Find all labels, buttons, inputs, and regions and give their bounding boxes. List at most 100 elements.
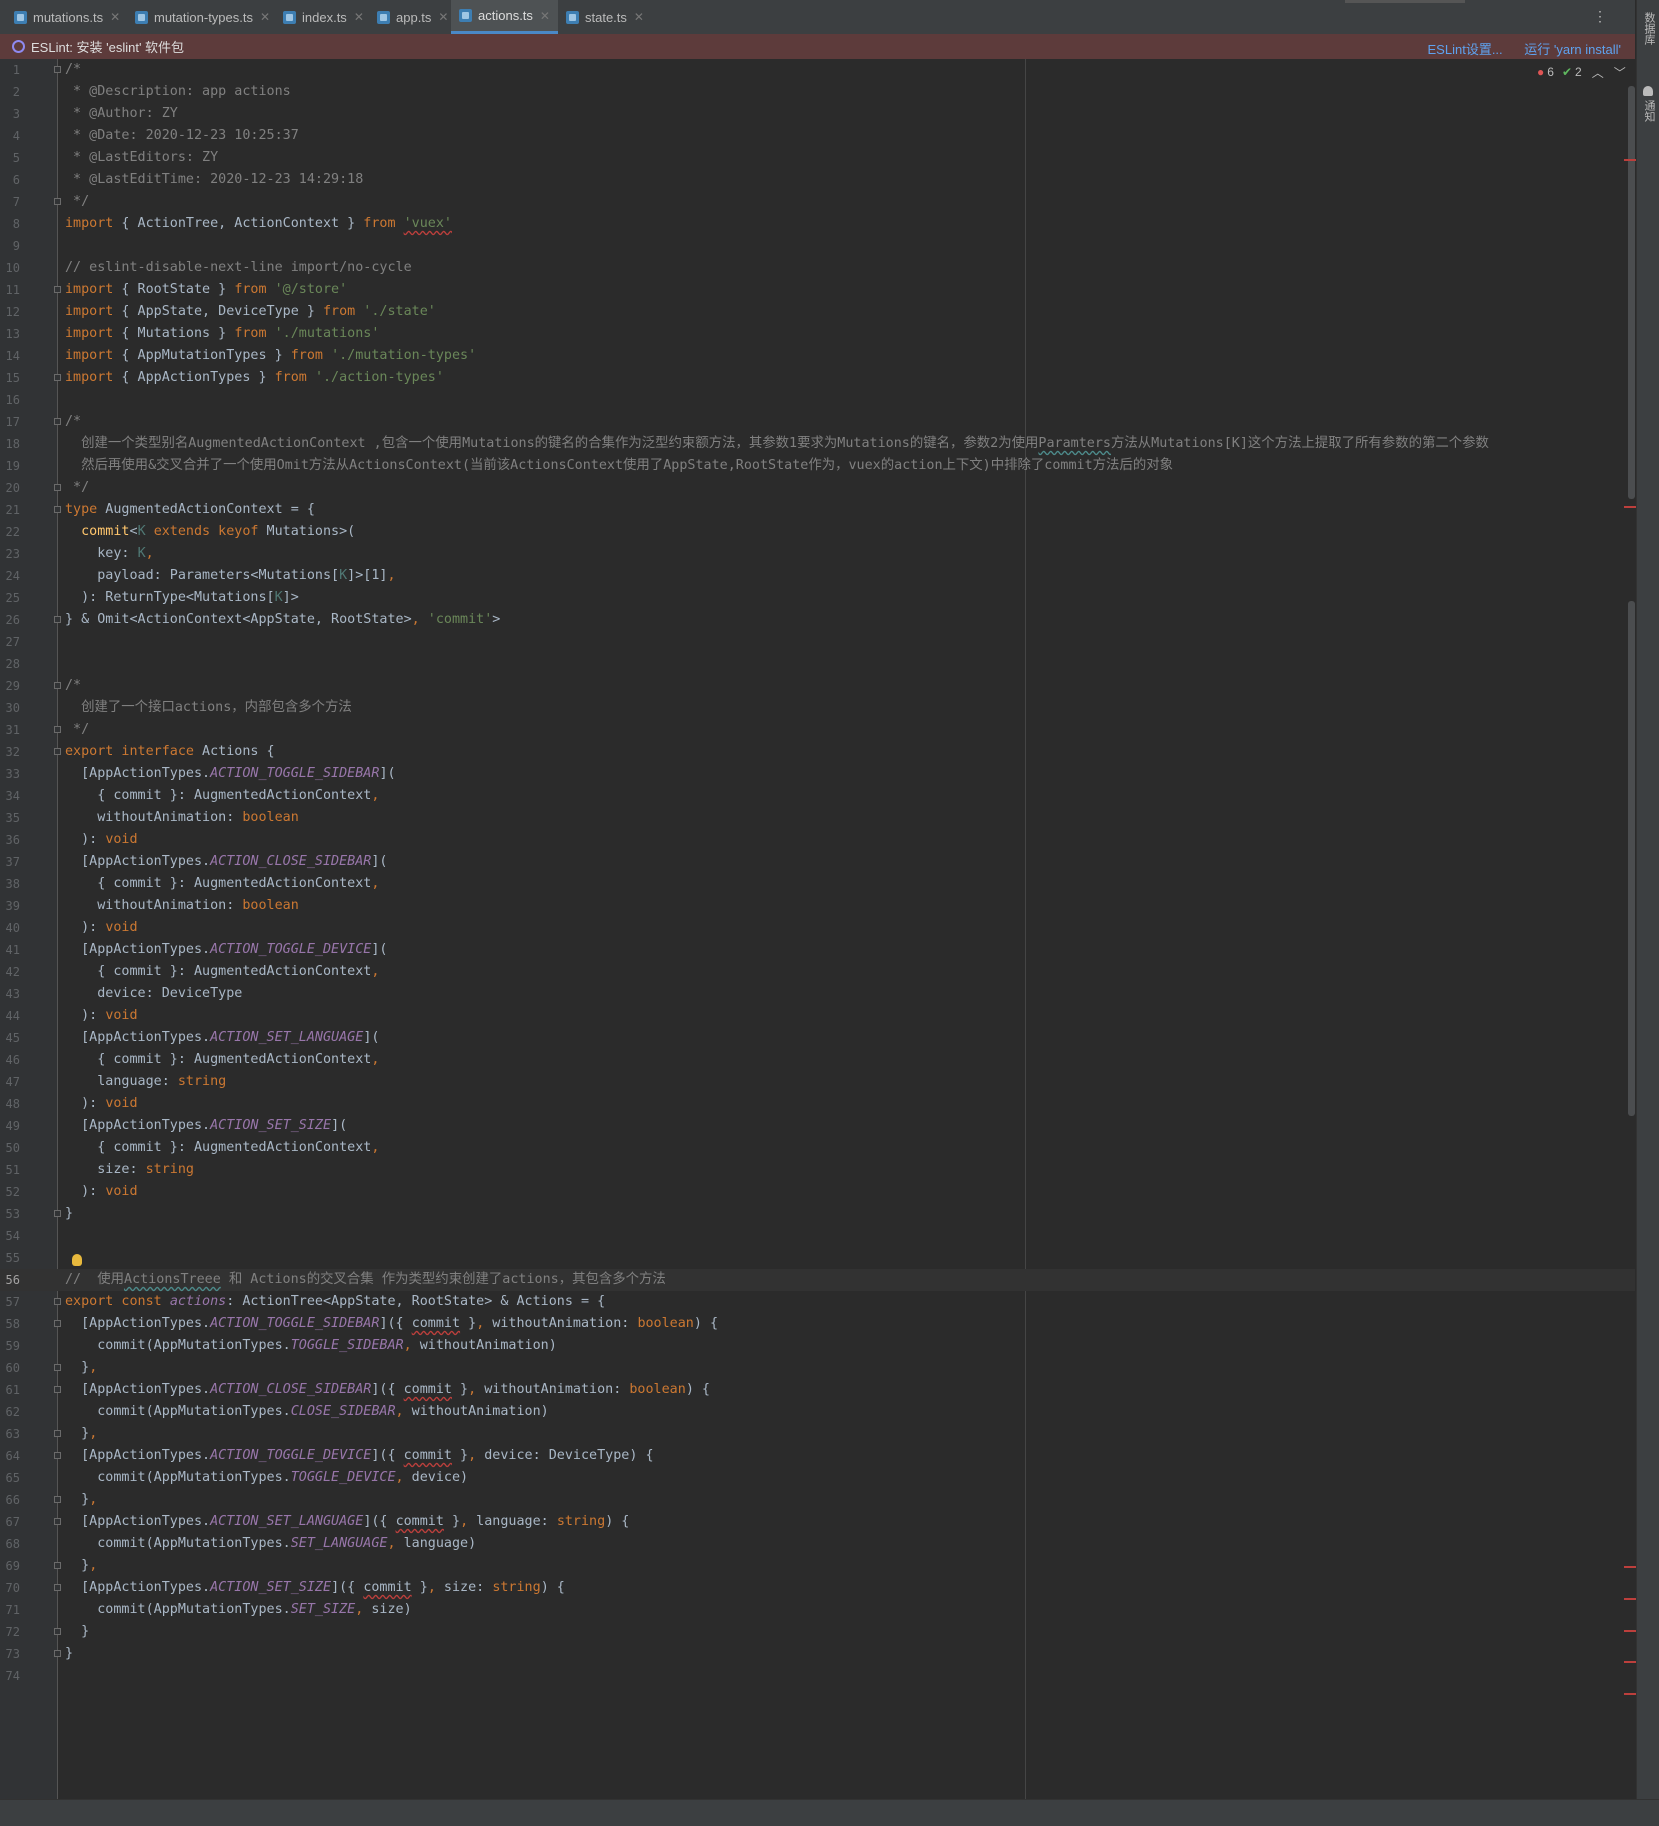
code-line[interactable]: 52 ): void [0, 1181, 1635, 1203]
inspection-widget[interactable]: ● 6 ✔ 2 ︿ ﹀ [1537, 63, 1626, 81]
fold-marker-icon[interactable] [54, 1496, 61, 1503]
code-editor[interactable]: 1/* 2 * @Description: app actions 3 * @Aut… [0, 59, 1635, 1799]
code-line[interactable]: 31 */ [0, 719, 1635, 741]
fold-marker-icon[interactable] [54, 1650, 61, 1657]
lightbulb-icon[interactable] [72, 1254, 82, 1266]
fold-marker-icon[interactable] [54, 1562, 61, 1569]
fold-marker-icon[interactable] [54, 748, 61, 755]
code-line[interactable]: 66 }, [0, 1489, 1635, 1511]
fold-marker-icon[interactable] [54, 1628, 61, 1635]
tab-state-ts[interactable]: state.ts ✕ [558, 0, 652, 34]
code-line[interactable]: 35 withoutAnimation: boolean [0, 807, 1635, 829]
code-line[interactable]: 26} & Omit<ActionContext<AppState, RootS… [0, 609, 1635, 631]
code-line[interactable]: 8 import { ActionTree, ActionContext } fr… [0, 213, 1635, 235]
error-stripe-mark[interactable] [1624, 1566, 1636, 1568]
code-line[interactable]: 43 device: DeviceType [0, 983, 1635, 1005]
code-line[interactable]: 29 /* [0, 675, 1635, 697]
code-line[interactable]: 40 ): void [0, 917, 1635, 939]
code-line[interactable]: 58 [AppActionTypes.ACTION_TOGGLE_SIDEBAR… [0, 1313, 1635, 1335]
fold-marker-icon[interactable] [54, 1210, 61, 1217]
code-line[interactable]: 12 import { AppState, DeviceType } from '… [0, 301, 1635, 323]
code-line[interactable]: 4 * @Date: 2020-12-23 10:25:37 [0, 125, 1635, 147]
code-line[interactable]: 2 * @Description: app actions [0, 81, 1635, 103]
code-line[interactable]: 53} [0, 1203, 1635, 1225]
error-stripe-mark[interactable] [1624, 1630, 1636, 1632]
notifications-tool-button[interactable]: 通知 [1641, 100, 1657, 122]
code-line[interactable]: 60 }, [0, 1357, 1635, 1379]
code-line[interactable]: 23 key: K, [0, 543, 1635, 565]
code-line[interactable]: 5 * @LastEditors: ZY [0, 147, 1635, 169]
code-line[interactable]: 74 [0, 1665, 1635, 1687]
close-icon[interactable]: ✕ [354, 10, 364, 24]
code-line[interactable]: 11 import { RootState } from '@/store' [0, 279, 1635, 301]
close-icon[interactable]: ✕ [438, 10, 448, 24]
fold-marker-icon[interactable] [54, 1298, 61, 1305]
tab-index-ts[interactable]: index.ts ✕ [275, 0, 372, 34]
code-line[interactable]: 19 然后再使用&交叉合并了一个使用Omit方法从ActionsContext(… [0, 455, 1635, 477]
code-line[interactable]: 57 export const actions: ActionTree<AppSt… [0, 1291, 1635, 1313]
code-line[interactable]: 73} [0, 1643, 1635, 1665]
code-line[interactable]: 15 import { AppActionTypes } from './acti… [0, 367, 1635, 389]
code-line[interactable]: 44 ): void [0, 1005, 1635, 1027]
fold-marker-icon[interactable] [54, 374, 61, 381]
code-line[interactable]: 36 ): void [0, 829, 1635, 851]
fold-marker-icon[interactable] [54, 506, 61, 513]
code-line[interactable]: 49 [AppActionTypes.ACTION_SET_SIZE]( [0, 1115, 1635, 1137]
code-line[interactable]: 14 import { AppMutationTypes } from './mu… [0, 345, 1635, 367]
fold-marker-icon[interactable] [54, 1386, 61, 1393]
fold-marker-icon[interactable] [54, 484, 61, 491]
notification-bell-icon[interactable] [1643, 86, 1653, 96]
error-stripe-mark[interactable] [1624, 1661, 1636, 1663]
code-line[interactable]: 10 // eslint-disable-next-line import/no-… [0, 257, 1635, 279]
editor-scrollbar[interactable] [1628, 86, 1636, 1799]
tab-mutations-ts[interactable]: mutations.ts ✕ [6, 0, 128, 34]
tab-app-ts[interactable]: app.ts ✕ [369, 0, 456, 34]
code-line[interactable]: 47 language: string [0, 1071, 1635, 1093]
fold-marker-icon[interactable] [54, 726, 61, 733]
error-stripe-mark[interactable] [1624, 159, 1636, 161]
code-line[interactable]: 69 }, [0, 1555, 1635, 1577]
code-line[interactable]: 28 [0, 653, 1635, 675]
code-line[interactable]: 6 * @LastEditTime: 2020-12-23 14:29:18 [0, 169, 1635, 191]
code-line[interactable]: 56 // 使用ActionsTreee 和 Actions的交叉合集 作为类型约… [0, 1269, 1635, 1291]
code-line[interactable]: 42 { commit }: AugmentedActionContext, [0, 961, 1635, 983]
code-line[interactable]: 30 创建了一个接口actions，内部包含多个方法 [0, 697, 1635, 719]
code-line[interactable]: 17 /* [0, 411, 1635, 433]
code-line[interactable]: 61 [AppActionTypes.ACTION_CLOSE_SIDEBAR]… [0, 1379, 1635, 1401]
code-line[interactable]: 1 /* [0, 59, 1635, 81]
code-line[interactable]: 71 commit(AppMutationTypes.SET_SIZE, siz… [0, 1599, 1635, 1621]
fold-marker-icon[interactable] [54, 616, 61, 623]
code-line[interactable]: 62 commit(AppMutationTypes.CLOSE_SIDEBAR… [0, 1401, 1635, 1423]
eslint-settings-link[interactable]: ESLint设置... [1428, 42, 1503, 57]
code-line[interactable]: 3 * @Author: ZY [0, 103, 1635, 125]
code-line[interactable]: 55 [0, 1247, 1635, 1269]
code-line[interactable]: 51 size: string [0, 1159, 1635, 1181]
close-icon[interactable]: ✕ [260, 10, 270, 24]
code-line[interactable]: 37 [AppActionTypes.ACTION_CLOSE_SIDEBAR]… [0, 851, 1635, 873]
tab-mutation-types-ts[interactable]: mutation-types.ts ✕ [127, 0, 278, 34]
scroll-thumb[interactable] [1628, 601, 1635, 1116]
code-line[interactable]: 27 [0, 631, 1635, 653]
code-line[interactable]: 25 ): ReturnType<Mutations[K]> [0, 587, 1635, 609]
code-line[interactable]: 20 */ [0, 477, 1635, 499]
code-line[interactable]: 48 ): void [0, 1093, 1635, 1115]
close-icon[interactable]: ✕ [540, 9, 550, 23]
code-line[interactable]: 34 { commit }: AugmentedActionContext, [0, 785, 1635, 807]
code-line[interactable]: 24 payload: Parameters<Mutations[K]>[1], [0, 565, 1635, 587]
fold-marker-icon[interactable] [54, 1430, 61, 1437]
code-line[interactable]: 38 { commit }: AugmentedActionContext, [0, 873, 1635, 895]
code-line[interactable]: 65 commit(AppMutationTypes.TOGGLE_DEVICE… [0, 1467, 1635, 1489]
fold-marker-icon[interactable] [54, 418, 61, 425]
code-line[interactable]: 21 type AugmentedActionContext = { [0, 499, 1635, 521]
fold-marker-icon[interactable] [54, 66, 61, 73]
chevron-up-icon[interactable]: ︿ [1592, 64, 1604, 81]
fold-marker-icon[interactable] [54, 198, 61, 205]
fold-marker-icon[interactable] [54, 1320, 61, 1327]
run-yarn-install-link[interactable]: 运行 'yarn install' [1524, 42, 1621, 57]
more-tabs-icon[interactable]: ⋮ [1593, 8, 1607, 25]
error-stripe-mark[interactable] [1624, 1693, 1636, 1695]
code-line[interactable]: 64 [AppActionTypes.ACTION_TOGGLE_DEVICE]… [0, 1445, 1635, 1467]
code-line[interactable]: 63 }, [0, 1423, 1635, 1445]
fold-marker-icon[interactable] [54, 682, 61, 689]
code-line[interactable]: 39 withoutAnimation: boolean [0, 895, 1635, 917]
